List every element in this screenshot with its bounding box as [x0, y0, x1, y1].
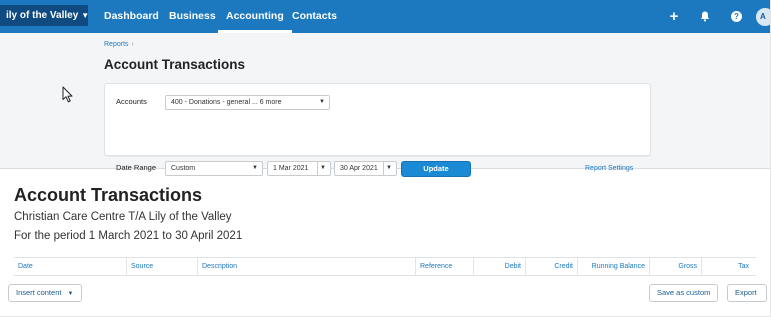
organisation-switcher[interactable]: ily of the Valley ▼	[0, 5, 90, 26]
report-filter-card: Accounts 400 - Donations - general ... 6…	[104, 83, 651, 177]
report-settings-link[interactable]: Report Settings	[585, 165, 633, 172]
caret-down-icon: ▼	[81, 11, 90, 20]
report-period: For the period 1 March 2021 to 30 April …	[14, 230, 243, 242]
to-date-input[interactable]: 30 Apr 2021 ▼	[334, 161, 397, 176]
date-range-select[interactable]: Custom ▼	[165, 161, 263, 176]
date-range-select-value: Custom	[171, 165, 196, 172]
chevron-down-icon: ▼	[319, 99, 325, 105]
column-header-source[interactable]: Source	[126, 258, 197, 275]
column-header-reference[interactable]: Reference	[415, 258, 473, 275]
breadcrumb-separator: ›	[131, 41, 134, 48]
from-date-value: 1 Mar 2021	[273, 165, 309, 172]
column-header-tax[interactable]: Tax	[701, 258, 753, 275]
chevron-down-icon: ▼	[252, 165, 258, 171]
help-icon[interactable]: ?	[731, 11, 742, 22]
column-header-description[interactable]: Description	[197, 258, 415, 275]
breadcrumb: Reports ›	[104, 41, 134, 48]
report-header-panel: Reports › Account Transactions Accounts 4…	[0, 33, 770, 177]
app-window: ily of the Valley ▼ Dashboard Business Ac…	[0, 0, 770, 316]
export-button[interactable]: Export	[727, 284, 767, 302]
insert-content-button[interactable]: Insert content ▼	[8, 284, 82, 302]
bell-icon[interactable]	[699, 0, 711, 33]
plus-icon[interactable]: +	[668, 0, 680, 33]
report-organisation: Christian Care Centre T/A Lily of the Va…	[14, 211, 232, 223]
breadcrumb-reports-link[interactable]: Reports	[104, 41, 129, 48]
to-date-value: 30 Apr 2021	[340, 165, 378, 172]
column-header-credit[interactable]: Credit	[525, 258, 577, 275]
top-navigation-bar: ily of the Valley ▼ Dashboard Business Ac…	[0, 0, 770, 33]
accounts-label: Accounts	[116, 97, 147, 106]
page-title: Account Transactions	[104, 57, 246, 72]
accounts-select[interactable]: 400 - Donations - general ... 6 more ▼	[165, 95, 330, 110]
transactions-table-header: Date Source Description Reference Debit …	[14, 257, 756, 276]
chevron-down-icon: ▼	[386, 165, 392, 171]
from-date-input[interactable]: 1 Mar 2021 ▼	[267, 161, 331, 176]
save-as-custom-button[interactable]: Save as custom	[649, 284, 719, 302]
divider	[383, 162, 384, 175]
nav-contacts[interactable]: Contacts	[292, 0, 337, 33]
organisation-name: ily of the Valley	[6, 10, 79, 21]
divider	[317, 162, 318, 175]
nav-dashboard[interactable]: Dashboard	[104, 0, 159, 33]
insert-content-label: Insert content	[16, 288, 62, 297]
column-header-date[interactable]: Date	[14, 258, 124, 275]
nav-accounting[interactable]: Accounting	[218, 0, 292, 33]
accounts-select-value: 400 - Donations - general ... 6 more	[171, 99, 282, 106]
date-range-label: Date Range	[116, 163, 157, 172]
report-title: Account Transactions	[14, 185, 203, 205]
column-header-debit[interactable]: Debit	[473, 258, 525, 275]
chevron-down-icon: ▼	[320, 165, 326, 171]
update-button[interactable]: Update	[401, 161, 471, 177]
column-header-gross[interactable]: Gross	[649, 258, 701, 275]
caret-down-icon: ▼	[67, 291, 74, 297]
nav-business[interactable]: Business	[169, 0, 216, 33]
mouse-pointer-icon	[62, 86, 73, 103]
user-avatar[interactable]: A	[756, 8, 770, 26]
column-header-running-balance[interactable]: Running Balance	[577, 258, 649, 275]
